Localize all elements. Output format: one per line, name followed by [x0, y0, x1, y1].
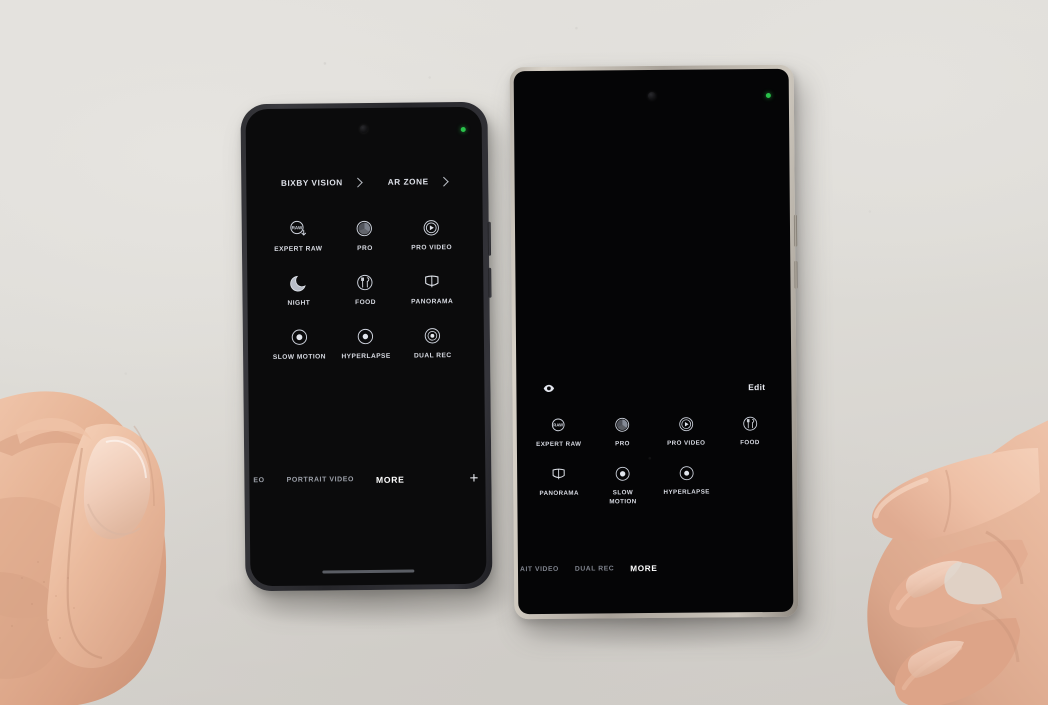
mode-dual-rec[interactable]: DUAL REC	[399, 325, 466, 362]
left-phone-front-camera-icon	[359, 124, 368, 134]
mode-bar-item-portrait-video[interactable]: AIT VIDEO	[520, 566, 559, 573]
hyperlapse-icon	[355, 326, 376, 347]
mode-pro-label: PRO	[615, 440, 630, 448]
left-phone-shortcuts-row: BIXBY VISION AR ZONE	[246, 176, 482, 188]
pro-video-icon	[421, 217, 442, 238]
edit-button[interactable]: Edit	[748, 382, 765, 392]
svg-text:RAW: RAW	[554, 422, 565, 427]
left-phone[interactable]: BIXBY VISION AR ZONE RAW EXPERT RAW PRO …	[240, 101, 493, 592]
mode-hyperlapse[interactable]: HYPERLAPSE	[655, 464, 719, 506]
mode-bar-item-more[interactable]: MORE	[376, 474, 405, 484]
food-icon	[740, 414, 759, 433]
mode-pro-label: PRO	[357, 244, 373, 253]
mode-slow-motion[interactable]: SLOW MOTION	[591, 464, 655, 506]
pro-icon	[613, 415, 632, 434]
mode-food[interactable]: FOOD	[718, 414, 782, 448]
slow-motion-icon	[613, 465, 632, 484]
left-phone-volume-button[interactable]	[487, 221, 492, 256]
mode-night[interactable]: NIGHT	[265, 272, 332, 309]
scene-desk-surface: BIXBY VISION AR ZONE RAW EXPERT RAW PRO …	[0, 0, 1048, 705]
dual-rec-icon	[422, 325, 443, 346]
left-phone-mode-grid: RAW EXPERT RAW PRO PRO VIDEO NIGHT FOOD …	[247, 217, 484, 363]
mode-bar-item-more[interactable]: MORE	[630, 564, 657, 573]
mode-dual-rec-label: DUAL REC	[413, 351, 452, 360]
right-phone-privacy-indicator	[765, 92, 771, 99]
add-mode-button[interactable]: +	[470, 470, 479, 487]
mode-night-label: NIGHT	[287, 299, 311, 307]
shortcut-bixby-vision[interactable]: BIXBY VISION	[280, 177, 364, 188]
mode-panorama-label: PANORAMA	[539, 490, 579, 498]
panorama-icon	[421, 271, 442, 292]
panorama-icon	[549, 465, 568, 484]
mode-slow-motion-label: SLOW MOTION	[609, 489, 637, 506]
mode-hyperlapse-label: HYPERLAPSE	[341, 352, 391, 361]
mode-panorama[interactable]: PANORAMA	[399, 271, 466, 308]
slow-motion-icon	[289, 326, 310, 347]
left-phone-screen[interactable]: BIXBY VISION AR ZONE RAW EXPERT RAW PRO …	[245, 106, 487, 587]
mode-expert-raw-label: EXPERT RAW	[536, 440, 582, 449]
mode-bar-item-video[interactable]: EO	[253, 477, 264, 484]
shortcut-ar-zone-label: AR ZONE	[387, 177, 429, 187]
mode-hyperlapse[interactable]: HYPERLAPSE	[332, 325, 399, 362]
pro-icon	[354, 218, 375, 239]
right-phone-panel-toolbar: Edit	[516, 380, 791, 395]
left-phone-gesture-bar[interactable]	[322, 569, 415, 574]
right-hand	[806, 412, 1048, 705]
chevron-right-icon	[353, 177, 364, 188]
expert-raw-icon: RAW	[287, 219, 308, 240]
chevron-right-icon	[439, 176, 450, 187]
left-phone-mode-bar: EO PORTRAIT VIDEO MORE +	[249, 470, 485, 488]
expert-raw-icon: RAW	[549, 416, 568, 435]
mode-pro-video-label: PRO VIDEO	[411, 244, 453, 252]
right-phone-power-button[interactable]	[794, 260, 798, 289]
mode-slow-motion-label: SLOW MOTION	[272, 353, 327, 361]
mode-panorama[interactable]: PANORAMA	[527, 465, 591, 507]
mode-food-label: FOOD	[740, 439, 760, 447]
mode-pro-video[interactable]: PRO VIDEO	[398, 217, 465, 254]
mode-slow-motion[interactable]: SLOW MOTION	[266, 326, 333, 363]
left-phone-power-button[interactable]	[488, 267, 492, 298]
mode-panorama-label: PANORAMA	[411, 297, 454, 306]
mode-food[interactable]: FOOD	[332, 272, 399, 309]
mode-bar-item-dual-rec[interactable]: DUAL REC	[575, 565, 614, 572]
left-phone-privacy-indicator	[460, 126, 466, 133]
mode-pro[interactable]: PRO	[590, 415, 654, 449]
hyperlapse-icon	[677, 464, 696, 483]
mode-pro-video-label: PRO VIDEO	[667, 439, 706, 447]
mode-expert-raw[interactable]: RAW EXPERT RAW	[265, 218, 332, 255]
right-phone-front-camera-icon	[647, 91, 656, 101]
mode-bar-item-portrait-video[interactable]: PORTRAIT VIDEO	[287, 476, 354, 484]
right-phone-screen[interactable]: Edit RAW EXPERT RAW PRO PRO VIDEO FOOD P…	[513, 68, 794, 615]
svg-text:RAW: RAW	[291, 225, 302, 230]
shortcut-ar-zone[interactable]: AR ZONE	[387, 176, 450, 187]
left-hand	[0, 382, 250, 705]
right-phone-mode-bar: AIT VIDEO DUAL REC MORE	[518, 563, 793, 574]
mode-food-label: FOOD	[355, 298, 377, 307]
right-phone-volume-button[interactable]	[793, 214, 798, 247]
mode-expert-raw[interactable]: RAW EXPERT RAW	[527, 416, 591, 450]
shortcut-bixby-vision-label: BIXBY VISION	[280, 178, 343, 188]
pro-video-icon	[677, 415, 696, 434]
right-phone[interactable]: Edit RAW EXPERT RAW PRO PRO VIDEO FOOD P…	[509, 64, 799, 620]
mode-pro[interactable]: PRO	[331, 218, 398, 255]
eye-icon[interactable]	[542, 382, 555, 395]
night-moon-icon	[288, 272, 309, 293]
mode-expert-raw-label: EXPERT RAW	[274, 245, 323, 253]
food-icon	[355, 272, 376, 293]
mode-hyperlapse-label: HYPERLAPSE	[663, 488, 710, 497]
right-phone-mode-grid: RAW EXPERT RAW PRO PRO VIDEO FOOD PANORA…	[517, 414, 793, 507]
mode-pro-video[interactable]: PRO VIDEO	[654, 414, 718, 448]
